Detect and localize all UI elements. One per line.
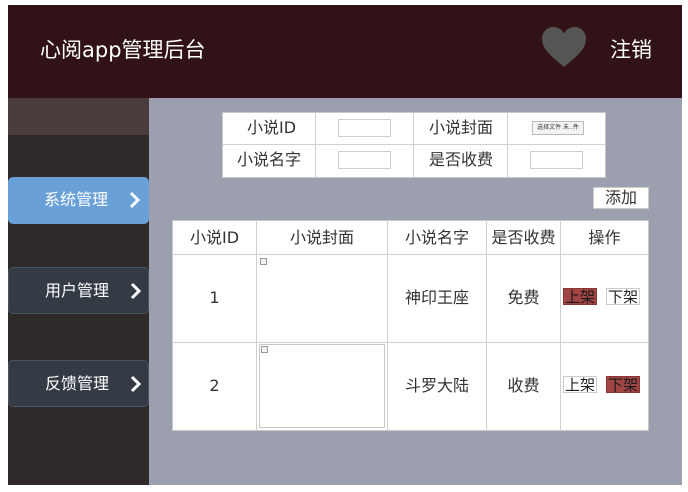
broken-image-icon — [260, 258, 267, 265]
cover-image — [258, 256, 386, 340]
divider — [413, 113, 414, 177]
paid-cell: 收费 — [507, 376, 540, 395]
divider — [315, 113, 316, 177]
unshelve-button[interactable]: 下架 — [606, 376, 641, 393]
main-content: 小说ID 小说封面 选择文件 未..件 小说名字 是否收费 添加 小说ID 小说… — [149, 98, 682, 485]
top-header: 心阅app管理后台 注销 — [8, 5, 682, 98]
sidebar-item-users[interactable]: 用户管理 — [8, 267, 149, 314]
app-window: 心阅app管理后台 注销 系统管理 用户管理 反馈管理 小说ID 小说封面 选择… — [8, 5, 682, 485]
shelve-button[interactable]: 上架 — [563, 376, 598, 393]
unshelve-button[interactable]: 下架 — [606, 288, 641, 305]
novel-name-cell: 斗罗大陆 — [404, 376, 469, 395]
sidebar-item-label: 系统管理 — [44, 190, 109, 209]
sidebar: 系统管理 用户管理 反馈管理 — [8, 98, 149, 485]
shelve-button[interactable]: 上架 — [563, 288, 598, 305]
divider — [173, 342, 648, 343]
novel-id-cell: 1 — [209, 288, 220, 307]
paid-label: 是否收费 — [429, 150, 494, 169]
sidebar-item-label: 用户管理 — [45, 281, 110, 300]
paid-cell: 免费 — [507, 288, 540, 307]
novel-id-label: 小说ID — [247, 118, 297, 137]
novel-name-label: 小说名字 — [237, 150, 302, 169]
divider — [223, 144, 605, 145]
novel-name-input[interactable] — [338, 151, 391, 169]
novel-name-cell: 神印王座 — [404, 288, 469, 307]
sidebar-item-feedback[interactable]: 反馈管理 — [8, 360, 149, 407]
sidebar-item-label: 反馈管理 — [45, 374, 110, 393]
novel-cover-label: 小说封面 — [429, 118, 494, 137]
chevron-right-icon — [130, 375, 142, 393]
divider — [173, 254, 648, 255]
cover-image — [259, 344, 385, 428]
divider — [507, 113, 508, 177]
add-button[interactable]: 添加 — [593, 187, 649, 209]
column-header-paid: 是否收费 — [491, 228, 556, 247]
logout-button[interactable]: 注销 — [610, 35, 652, 65]
paid-input[interactable] — [530, 151, 583, 169]
sidebar-header — [8, 98, 149, 135]
broken-image-icon — [261, 346, 268, 353]
cover-file-button[interactable]: 选择文件 未..件 — [532, 121, 584, 135]
heart-icon — [542, 27, 586, 67]
novel-table: 小说ID 小说封面 小说名字 是否收费 操作 1 神印王座 免费 上架 下架 2 — [172, 220, 649, 431]
column-header-name: 小说名字 — [404, 228, 469, 247]
sidebar-item-system[interactable]: 系统管理 — [8, 177, 149, 224]
novel-id-input[interactable] — [338, 119, 391, 137]
chevron-right-icon — [129, 191, 141, 209]
novel-form: 小说ID 小说封面 选择文件 未..件 小说名字 是否收费 — [222, 112, 606, 178]
column-header-actions: 操作 — [588, 228, 621, 247]
column-header-cover: 小说封面 — [289, 228, 354, 247]
novel-id-cell: 2 — [209, 376, 220, 395]
chevron-right-icon — [130, 282, 142, 300]
column-header-id: 小说ID — [189, 228, 240, 247]
app-title: 心阅app管理后台 — [40, 38, 206, 62]
